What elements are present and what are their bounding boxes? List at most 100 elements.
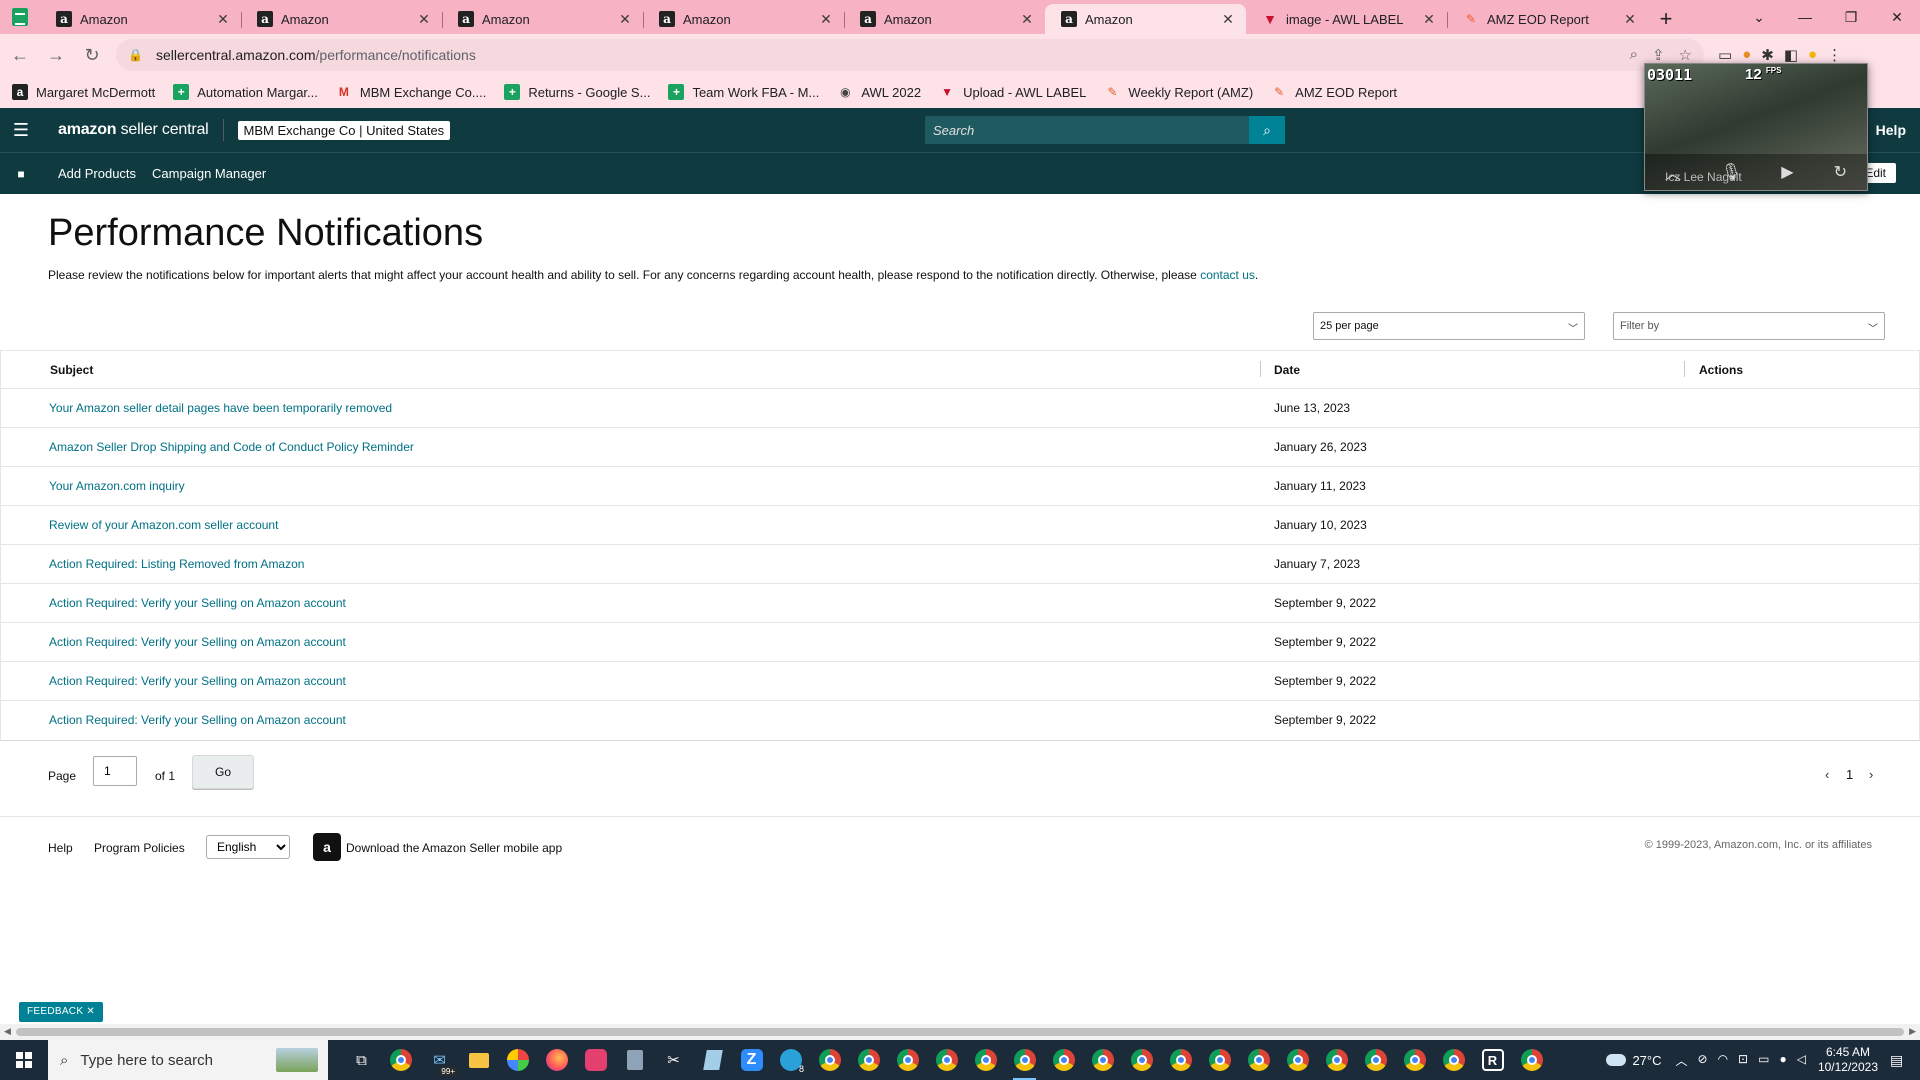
- bookmark-item[interactable]: a Margaret McDermott: [12, 84, 155, 100]
- extension-color-icon[interactable]: ●: [1742, 46, 1751, 64]
- browser-tab[interactable]: a Amazon ✕: [1045, 4, 1246, 34]
- r-app-icon[interactable]: R: [1473, 1040, 1512, 1080]
- wifi-icon[interactable]: ◠: [1718, 1052, 1728, 1069]
- taskbar-search[interactable]: ⌕ Type here to search: [48, 1040, 328, 1080]
- filter-select[interactable]: Filter by ﹀: [1613, 312, 1885, 340]
- chrome-profile-icon[interactable]: [1083, 1040, 1122, 1080]
- back-button[interactable]: ←: [4, 39, 36, 71]
- notification-subject-link[interactable]: Action Required: Verify your Selling on …: [49, 596, 346, 610]
- chrome-profile-icon[interactable]: [1356, 1040, 1395, 1080]
- bookmark-item[interactable]: + Team Work FBA - M...: [668, 84, 819, 100]
- close-tab-icon[interactable]: ✕: [416, 11, 432, 28]
- file-explorer-icon[interactable]: [459, 1040, 498, 1080]
- page-number-input[interactable]: [93, 756, 137, 786]
- usb-icon[interactable]: ⊡: [1738, 1052, 1748, 1069]
- mail-icon[interactable]: ✉ 99+: [420, 1040, 459, 1080]
- network-off-icon[interactable]: ⊘: [1698, 1052, 1708, 1069]
- notification-subject-link[interactable]: Action Required: Verify your Selling on …: [49, 674, 346, 688]
- profile-avatar-icon[interactable]: ●: [1808, 46, 1817, 64]
- bookmark-item[interactable]: + Automation Margar...: [173, 84, 318, 100]
- scroll-left-icon[interactable]: ◀: [4, 1026, 11, 1037]
- close-window-button[interactable]: ✕: [1874, 0, 1920, 34]
- chevron-left-icon[interactable]: ‹: [1825, 767, 1829, 782]
- chrome-profile-icon[interactable]: [849, 1040, 888, 1080]
- chrome-profile-icon[interactable]: [1200, 1040, 1239, 1080]
- microphone-icon[interactable]: ●: [1779, 1052, 1786, 1069]
- horizontal-scrollbar[interactable]: ◀ ▶: [0, 1024, 1920, 1040]
- chrome-profile-icon[interactable]: [1239, 1040, 1278, 1080]
- zoom-icon[interactable]: ⌕: [1630, 46, 1638, 64]
- chrome-profile-icon[interactable]: [1161, 1040, 1200, 1080]
- minimize-button[interactable]: —: [1782, 0, 1828, 34]
- chrome-icon[interactable]: [381, 1040, 420, 1080]
- seller-app-icon[interactable]: a: [313, 833, 341, 861]
- chrome-profile-icon[interactable]: [1395, 1040, 1434, 1080]
- feedback-button[interactable]: FEEDBACK ✕: [19, 1002, 104, 1022]
- chrome-profile-icon[interactable]: [1434, 1040, 1473, 1080]
- restore-button[interactable]: ❐: [1828, 0, 1874, 34]
- footer-program-policies-link[interactable]: Program Policies: [94, 841, 185, 855]
- forward-button[interactable]: →: [40, 39, 72, 71]
- chrome-profile-icon[interactable]: [810, 1040, 849, 1080]
- start-button[interactable]: [0, 1040, 48, 1080]
- seller-central-logo[interactable]: amazon seller central: [58, 121, 209, 139]
- speaker-icon[interactable]: ◁: [1797, 1052, 1806, 1069]
- notification-subject-link[interactable]: Amazon Seller Drop Shipping and Code of …: [49, 440, 414, 454]
- bookmark-item[interactable]: ✎ Weekly Report (AMZ): [1104, 84, 1253, 100]
- search-button[interactable]: ⌕: [1249, 116, 1285, 144]
- browser-tab[interactable]: a Amazon ✕: [844, 4, 1045, 34]
- calculator-icon[interactable]: [615, 1040, 654, 1080]
- chrome-profile-icon[interactable]: [1122, 1040, 1161, 1080]
- chrome-profile-icon[interactable]: [927, 1040, 966, 1080]
- browser-tab[interactable]: a Amazon ✕: [40, 4, 241, 34]
- telegram-icon[interactable]: 8: [771, 1040, 810, 1080]
- notification-subject-link[interactable]: Your Amazon seller detail pages have bee…: [49, 401, 392, 415]
- nav-add-products[interactable]: Add Products: [58, 166, 136, 181]
- help-link[interactable]: Help: [1876, 122, 1906, 138]
- bookmark-item[interactable]: + Returns - Google S...: [504, 84, 650, 100]
- bookmark-item[interactable]: M MBM Exchange Co....: [336, 84, 486, 100]
- chevron-right-icon[interactable]: ›: [1869, 767, 1873, 782]
- puzzle-extensions-icon[interactable]: ✱: [1761, 46, 1774, 64]
- close-tab-icon[interactable]: ✕: [1622, 11, 1638, 28]
- reload-button[interactable]: ↻: [76, 39, 108, 71]
- side-panel-icon[interactable]: ◧: [1784, 46, 1798, 64]
- taskbar-clock[interactable]: 6:45 AM 10/12/2023: [1818, 1045, 1878, 1075]
- bookmark-item[interactable]: ◉ AWL 2022: [837, 84, 921, 100]
- contact-us-link[interactable]: contact us: [1200, 268, 1255, 282]
- new-tab-button[interactable]: +: [1648, 4, 1684, 34]
- bookmark-star-icon[interactable]: ☆: [1679, 46, 1692, 64]
- color-app-icon[interactable]: [498, 1040, 537, 1080]
- footer-help-link[interactable]: Help: [48, 841, 73, 855]
- per-page-select[interactable]: 25 per page ﹀: [1313, 312, 1585, 340]
- notification-subject-link[interactable]: Action Required: Verify your Selling on …: [49, 713, 346, 727]
- browser-tab[interactable]: a Amazon ✕: [442, 4, 643, 34]
- close-icon[interactable]: ✕: [86, 1006, 95, 1017]
- bookmarks-icon[interactable]: ■: [0, 153, 42, 195]
- bookmark-item[interactable]: ✎ AMZ EOD Report: [1271, 84, 1397, 100]
- refresh-icon[interactable]: ↻: [1834, 162, 1847, 182]
- browser-tab[interactable]: ▼ image - AWL LABEL ✕: [1246, 4, 1447, 34]
- scroll-right-icon[interactable]: ▶: [1909, 1026, 1916, 1037]
- weather-widget[interactable]: 27°C: [1606, 1053, 1661, 1068]
- task-view-icon[interactable]: ⧉: [342, 1040, 381, 1080]
- wps-icon[interactable]: [576, 1040, 615, 1080]
- chevron-up-icon[interactable]: ︿: [1675, 1052, 1687, 1069]
- browser-tab[interactable]: a Amazon ✕: [643, 4, 844, 34]
- camera-icon[interactable]: ▶: [1781, 162, 1793, 182]
- snip-icon[interactable]: ✂: [654, 1040, 693, 1080]
- browser-menu-icon[interactable]: ⋮: [1827, 46, 1842, 64]
- chrome-profile-icon[interactable]: [1044, 1040, 1083, 1080]
- chrome-profile-icon[interactable]: [1278, 1040, 1317, 1080]
- close-tab-icon[interactable]: ✕: [215, 11, 231, 28]
- close-tab-icon[interactable]: ✕: [1019, 11, 1035, 28]
- close-tab-icon[interactable]: ✕: [617, 11, 633, 28]
- firefox-icon[interactable]: [537, 1040, 576, 1080]
- notification-subject-link[interactable]: Review of your Amazon.com seller account: [49, 518, 278, 532]
- notification-subject-link[interactable]: Action Required: Verify your Selling on …: [49, 635, 346, 649]
- notification-subject-link[interactable]: Action Required: Listing Removed from Am…: [49, 557, 304, 571]
- tab-search-icon[interactable]: ⌄: [1736, 0, 1782, 34]
- extension-icon[interactable]: ▭: [1718, 46, 1732, 64]
- chrome-profile-icon[interactable]: [966, 1040, 1005, 1080]
- pinned-sheets-tab[interactable]: [0, 0, 40, 34]
